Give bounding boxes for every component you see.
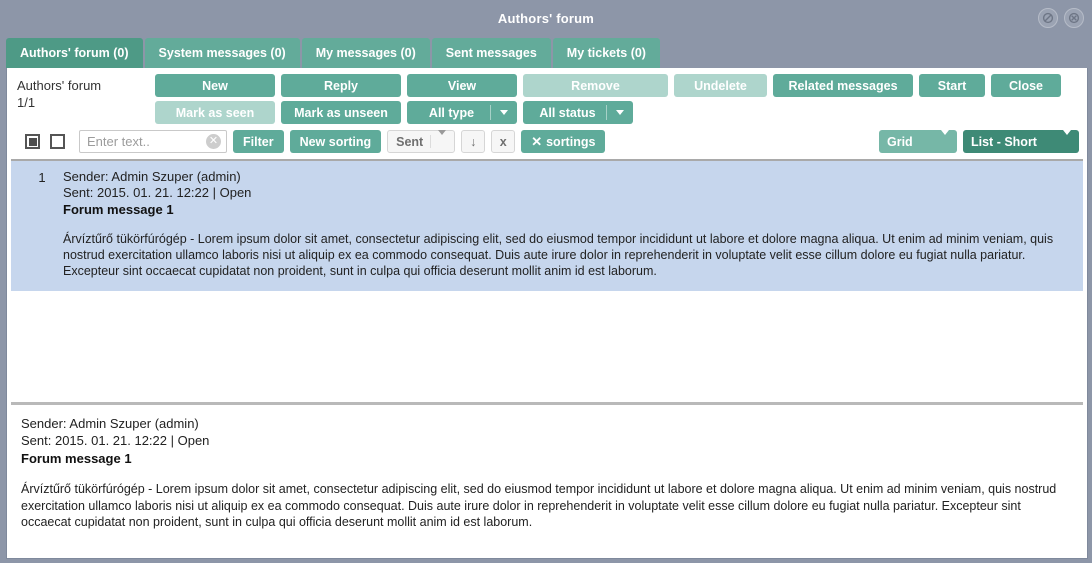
row-index: 1 [38,170,46,185]
chevron-down-icon [941,129,949,149]
row-content: Sender: Admin Szuper (admin) Sent: 2015.… [63,169,1073,279]
tab-my-tickets[interactable]: My tickets (0) [552,38,660,68]
divider [430,135,432,148]
undelete-button[interactable]: Undelete [674,74,767,97]
invert-selection-checkbox[interactable] [50,134,65,149]
new-sorting-button[interactable]: New sorting [289,130,382,153]
filter-button[interactable]: Filter [233,130,284,153]
list-view-label: List - Short [971,134,1037,149]
context-label: Authors' forum 1/1 [17,74,147,111]
start-button[interactable]: Start [919,74,985,97]
grid-view-label: Grid [887,134,913,149]
tab-sent-messages[interactable]: Sent messages [431,38,551,68]
chevron-down-icon [438,129,447,149]
row-sender: Sender: Admin Szuper (admin) [63,169,241,184]
filter-bar: ✕ Filter New sorting Sent ↓ x ✕ sortings… [7,128,1087,159]
toolbar-row-secondary: Mark as seen Mark as unseen All type All… [155,101,1079,124]
context-title: Authors' forum [17,78,102,93]
message-detail-panel: Sender: Admin Szuper (admin) Sent: 2015.… [11,402,1083,554]
window-controls [1038,8,1084,28]
tab-label: Sent messages [445,46,537,60]
list-view-dropdown[interactable]: List - Short [963,129,1079,153]
chevron-down-icon [1063,129,1071,149]
sort-field-label: Sent [396,134,424,149]
all-type-label: All type [428,105,475,120]
message-list: 1 Sender: Admin Szuper (admin) Sent: 201… [11,159,1083,402]
clear-search-icon[interactable]: ✕ [206,134,221,149]
detail-body: Árvíztűrő tükörfúrógép - Lorem ipsum dol… [21,482,1057,529]
row-subject: Forum message 1 [63,202,174,217]
sort-field-dropdown[interactable]: Sent [387,129,456,153]
remove-button[interactable]: Remove [523,74,668,97]
tab-system-messages[interactable]: System messages (0) [144,38,300,68]
clear-sortings-button[interactable]: ✕ sortings [521,130,606,153]
grid-view-dropdown[interactable]: Grid [879,129,957,153]
chevron-down-icon [490,105,517,120]
all-status-dropdown[interactable]: All status [523,101,633,124]
title-bar: Authors' forum [0,0,1092,36]
row-body: Árvíztűrő tükörfúrógép - Lorem ipsum dol… [63,232,1054,278]
reply-button[interactable]: Reply [281,74,401,97]
tab-my-messages[interactable]: My messages (0) [301,38,430,68]
close-button[interactable]: Close [991,74,1061,97]
tab-label: Authors' forum (0) [20,46,129,60]
row-sent: Sent: 2015. 01. 21. 12:22 | Open [63,185,252,200]
chevron-down-icon [606,105,633,120]
page-indicator: 1/1 [17,95,36,110]
select-all-checkbox[interactable] [25,134,40,149]
tab-label: My messages (0) [315,46,416,60]
toolbar-row-primary: New Reply View Remove Undelete Related m… [155,74,1079,97]
command-toolbar: Authors' forum 1/1 New Reply View Remove… [7,68,1087,128]
close-icon[interactable] [1064,8,1084,28]
close-x-icon: ✕ [531,133,543,149]
search-field-wrapper: ✕ [79,130,227,153]
new-button[interactable]: New [155,74,275,97]
sort-direction-button[interactable]: ↓ [461,130,486,153]
mark-as-seen-button[interactable]: Mark as seen [155,101,275,124]
tab-strip: Authors' forum (0) System messages (0) M… [0,36,1092,68]
tab-authors-forum[interactable]: Authors' forum (0) [6,38,143,68]
detail-sender: Sender: Admin Szuper (admin) [21,416,199,431]
all-type-dropdown[interactable]: All type [407,101,517,124]
window-body: Authors' forum 1/1 New Reply View Remove… [6,68,1088,559]
window-title: Authors' forum [497,10,595,26]
tab-label: My tickets (0) [566,46,646,60]
related-messages-button[interactable]: Related messages [773,74,913,97]
block-icon[interactable] [1038,8,1058,28]
detail-subject: Forum message 1 [21,451,132,466]
application-window: Authors' forum Authors' forum (0) System… [0,0,1092,563]
search-input[interactable] [79,130,227,153]
mark-as-unseen-button[interactable]: Mark as unseen [281,101,401,124]
all-status-label: All status [539,105,596,120]
detail-sent: Sent: 2015. 01. 21. 12:22 | Open [21,433,210,448]
toolbar-buttons: New Reply View Remove Undelete Related m… [155,74,1079,124]
tab-label: System messages (0) [158,46,286,60]
sort-remove-button[interactable]: x [491,130,516,153]
view-button[interactable]: View [407,74,517,97]
clear-sortings-label: sortings [546,134,596,149]
table-row[interactable]: 1 Sender: Admin Szuper (admin) Sent: 201… [11,161,1083,291]
